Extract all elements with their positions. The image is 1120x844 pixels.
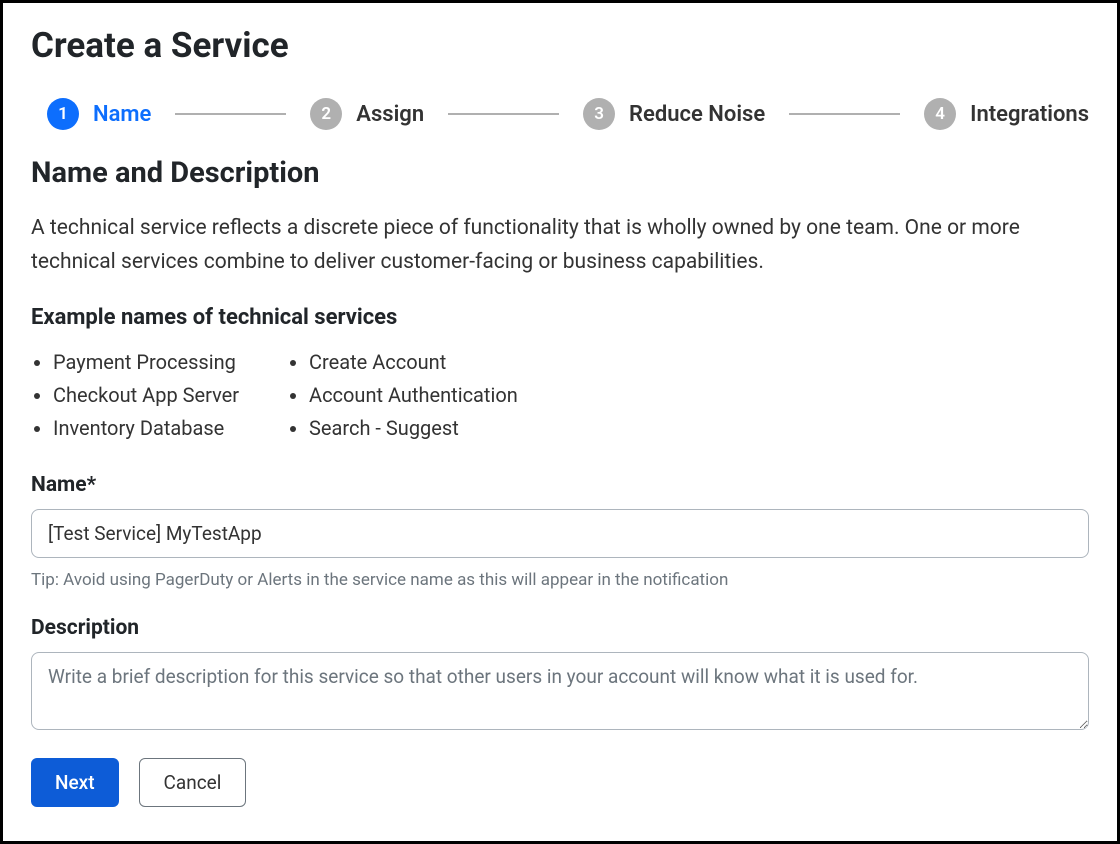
step-label-reduce-noise: Reduce Noise [629,102,765,127]
example-item: Inventory Database [53,412,239,445]
step-number-1: 1 [47,98,79,130]
example-item: Search - Suggest [309,412,518,445]
step-label-assign: Assign [356,102,424,127]
cancel-button[interactable]: Cancel [139,758,247,807]
section-heading: Name and Description [31,156,1089,190]
wizard-stepper: 1 Name 2 Assign 3 Reduce Noise 4 Integra… [31,98,1089,130]
example-item: Checkout App Server [53,379,239,412]
examples-column-1: Payment Processing Checkout App Server I… [31,346,239,445]
name-tip-text: Tip: Avoid using PagerDuty or Alerts in … [31,570,1089,590]
examples-column-2: Create Account Account Authentication Se… [287,346,518,445]
step-connector [175,113,286,115]
description-field-label: Description [31,616,1089,640]
page-title: Create a Service [31,25,1089,66]
step-integrations[interactable]: 4 Integrations [908,98,1089,130]
example-item: Payment Processing [53,346,239,379]
step-number-3: 3 [583,98,615,130]
create-service-page: Create a Service 1 Name 2 Assign 3 Reduc… [0,0,1120,844]
name-field-label: Name* [31,473,1089,497]
step-label-name: Name [93,102,151,127]
example-item: Account Authentication [309,379,518,412]
step-assign[interactable]: 2 Assign [294,98,424,130]
examples-heading: Example names of technical services [31,305,1089,330]
step-connector [789,113,900,115]
description-textarea[interactable] [31,652,1089,730]
step-number-2: 2 [310,98,342,130]
step-label-integrations: Integrations [970,102,1089,127]
step-reduce-noise[interactable]: 3 Reduce Noise [567,98,765,130]
next-button[interactable]: Next [31,758,119,807]
example-item: Create Account [309,346,518,379]
examples-lists: Payment Processing Checkout App Server I… [31,346,1089,445]
name-input[interactable] [31,509,1089,558]
step-name[interactable]: 1 Name [31,98,151,130]
step-number-4: 4 [924,98,956,130]
section-description: A technical service reflects a discrete … [31,212,1089,279]
step-connector [448,113,559,115]
button-row: Next Cancel [31,758,1089,807]
